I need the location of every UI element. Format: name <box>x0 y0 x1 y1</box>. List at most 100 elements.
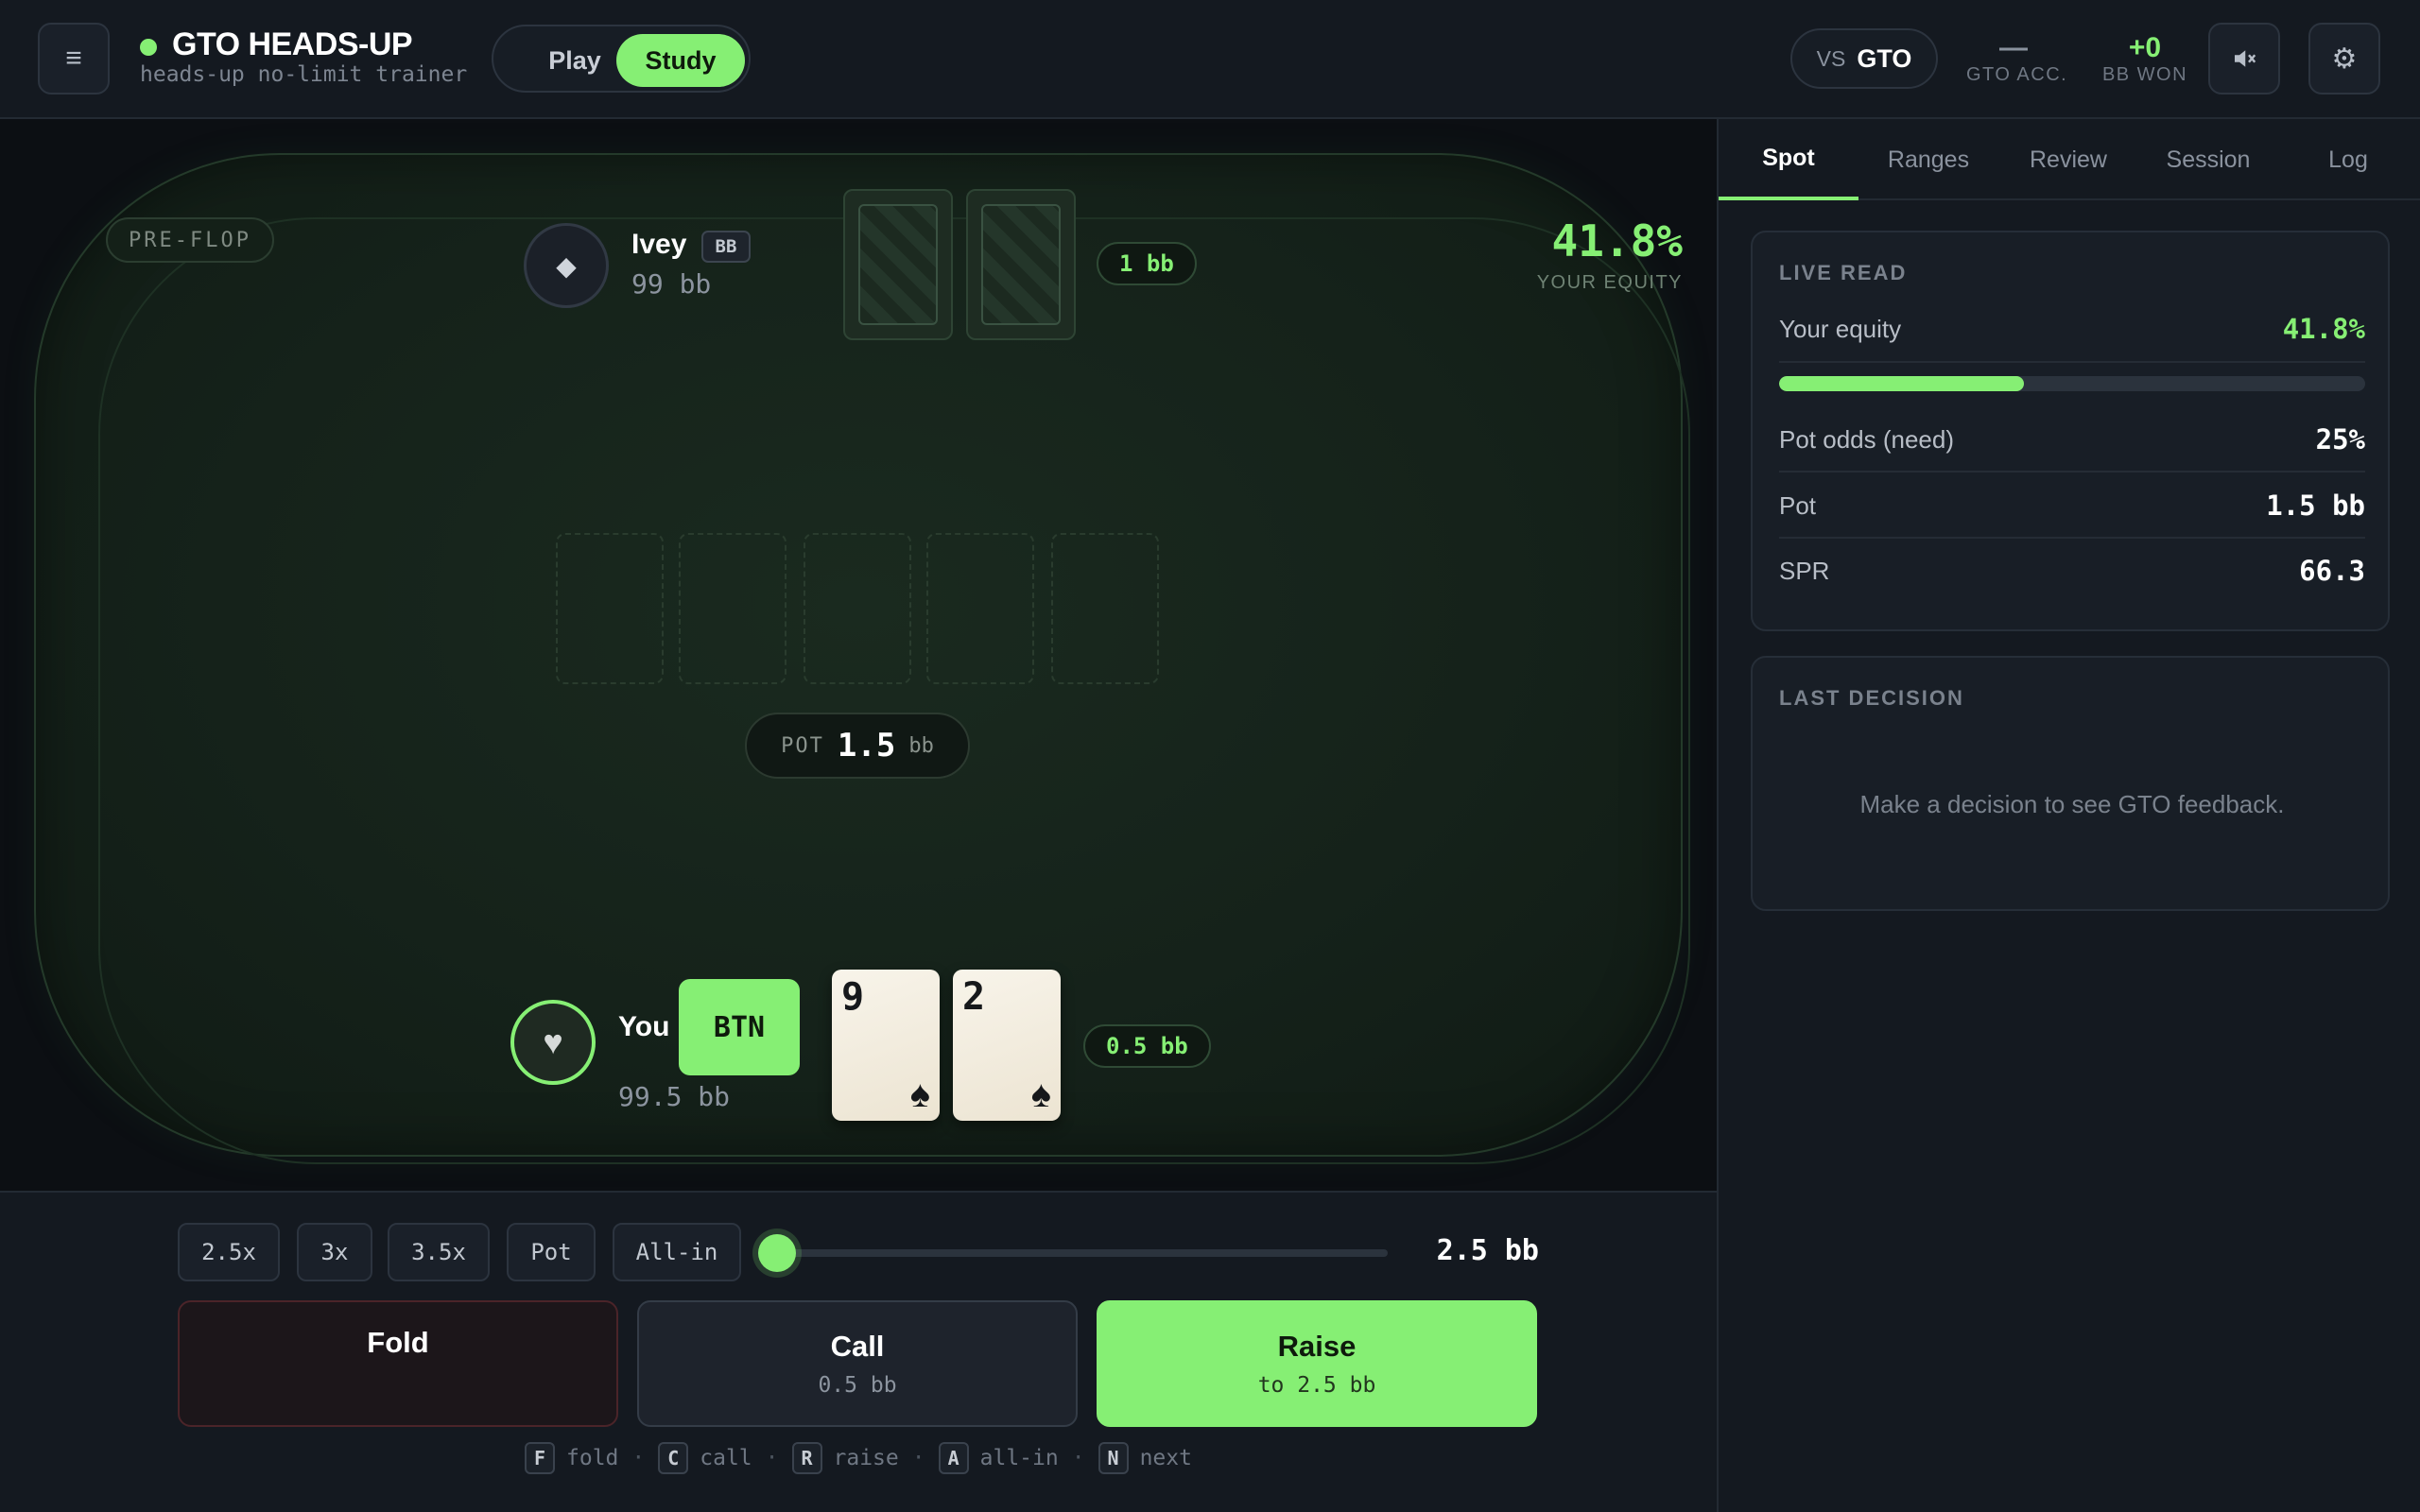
shortcut-label: all-in <box>979 1446 1059 1470</box>
spade-icon: ♠ <box>909 1074 930 1115</box>
raise-size-value: 2.5 bb <box>1436 1234 1539 1267</box>
shortcut-raise: R raise <box>791 1442 899 1474</box>
shortcut-label: call <box>700 1446 752 1470</box>
size-all-in-button[interactable]: All-in <box>613 1223 741 1281</box>
hero-stack: 99.5 bb <box>618 1081 731 1112</box>
size-pot-button[interactable]: Pot <box>507 1223 596 1281</box>
raise-size-slider[interactable] <box>775 1249 1388 1257</box>
equity-label: YOUR EQUITY <box>1536 272 1683 293</box>
key-cap: A <box>938 1442 969 1474</box>
call-button[interactable]: Call 0.5 bb <box>637 1300 1078 1427</box>
opponent-bet: 1 bb <box>1097 242 1197 285</box>
separator: · <box>765 1446 779 1470</box>
pot-unit: bb <box>908 733 934 758</box>
tab-ranges[interactable]: Ranges <box>1858 119 1998 200</box>
tab-log[interactable]: Log <box>2278 119 2418 200</box>
hamburger-icon: ≡ <box>65 43 82 74</box>
equity-bar <box>1779 376 2365 391</box>
pot-row-value: 1.5 bb <box>2266 490 2365 522</box>
key-cap: N <box>1098 1442 1129 1474</box>
shortcut-fold: F fold <box>525 1442 618 1474</box>
opponent-avatar: ◆ <box>524 223 609 308</box>
pot-odds-value: 25% <box>2315 423 2365 455</box>
bb-won-stat: +0 BB WON <box>2093 34 2197 86</box>
bb-won-label: BB WON <box>2101 64 2188 85</box>
fold-label: Fold <box>367 1326 429 1359</box>
opponent-position-badge: BB <box>701 231 751 263</box>
app-subtitle: heads-up no-limit trainer <box>140 62 468 87</box>
menu-button[interactable]: ≡ <box>38 23 110 94</box>
slider-handle[interactable] <box>758 1234 796 1272</box>
pot-display: POT 1.5 bb <box>745 713 970 779</box>
hero-position-badge: BTN <box>679 979 800 1075</box>
equity-row-value: 41.8% <box>2282 313 2365 345</box>
shortcut-call: C call <box>658 1442 752 1474</box>
keyboard-shortcuts: F fold · C call · R raise · A all-in · N… <box>0 1442 1717 1474</box>
heart-icon: ♥ <box>543 1022 563 1061</box>
board-card-slot <box>926 533 1034 684</box>
pot-value: 1.5 <box>837 727 896 765</box>
panel-tabs: Spot Ranges Review Session Log <box>1719 119 2420 200</box>
fold-button[interactable]: Fold <box>178 1300 618 1427</box>
study-mode-button[interactable]: Study <box>616 34 745 87</box>
street-badge: PRE-FLOP <box>106 217 274 263</box>
pot-row-label: Pot <box>1779 490 1817 520</box>
diamond-icon: ◆ <box>556 250 577 281</box>
size-3x-button[interactable]: 3x <box>297 1223 372 1281</box>
pot-odds-label: Pot odds (need) <box>1779 424 1955 454</box>
equity-value: 41.8% <box>1551 215 1683 266</box>
raise-button[interactable]: Raise to 2.5 bb <box>1097 1300 1537 1427</box>
size-3-5x-button[interactable]: 3.5x <box>388 1223 490 1281</box>
card-rank: 9 <box>841 975 865 1019</box>
mode-toggle: Play Study <box>492 25 751 93</box>
live-read-heading: LIVE READ <box>1779 261 1908 284</box>
shortcut-all-in: A all-in <box>938 1442 1059 1474</box>
gto-accuracy-label: GTO ACC. <box>1966 64 2068 85</box>
action-bar: 2.5x 3x 3.5x Pot All-in 2.5 bb Fold Call… <box>0 1191 1717 1512</box>
last-decision-message: Make a decision to see GTO feedback. <box>1859 790 2285 818</box>
key-cap: C <box>658 1442 689 1474</box>
board-card-slot <box>556 533 664 684</box>
live-read-card: LIVE READ Your equity 41.8% Pot odds (ne… <box>1751 231 2390 631</box>
opponent-card-back <box>843 189 953 340</box>
tab-spot[interactable]: Spot <box>1719 119 1858 200</box>
divider <box>1779 361 2365 363</box>
shortcut-label: raise <box>833 1446 899 1470</box>
gto-accuracy-stat: — GTO ACC. <box>1966 32 2068 86</box>
settings-button[interactable]: ⚙ <box>2308 23 2380 94</box>
opponent-selector[interactable]: VS GTO <box>1790 28 1938 89</box>
shortcut-label: next <box>1139 1446 1192 1470</box>
spade-icon: ♠ <box>1030 1074 1051 1115</box>
board-card-slot <box>679 533 786 684</box>
equity-row-label: Your equity <box>1779 314 1902 343</box>
raise-amount: to 2.5 bb <box>1257 1373 1376 1398</box>
app-title: GTO HEADS-UP <box>172 26 413 62</box>
tab-session[interactable]: Session <box>2138 119 2278 200</box>
spr-label: SPR <box>1779 556 1830 585</box>
separator: · <box>631 1446 646 1470</box>
poker-table-area: PRE-FLOP 41.8% YOUR EQUITY ◆ Ivey BB 99 … <box>0 119 1717 1191</box>
last-decision-heading: LAST DECISION <box>1779 686 1964 710</box>
opponent-name: Ivey <box>631 229 687 260</box>
opponent-stack: 99 bb <box>631 268 712 300</box>
key-cap: R <box>791 1442 822 1474</box>
raise-label: Raise <box>1277 1330 1357 1363</box>
call-label: Call <box>830 1330 885 1363</box>
size-2-5x-button[interactable]: 2.5x <box>178 1223 280 1281</box>
pot-row: Pot 1.5 bb <box>1779 474 2365 539</box>
gto-accuracy-value: — <box>1999 32 2028 63</box>
call-amount: 0.5 bb <box>818 1373 897 1398</box>
tab-review[interactable]: Review <box>1998 119 2138 200</box>
equity-row: Your equity 41.8% <box>1779 297 2365 361</box>
board-card-slot <box>1051 533 1159 684</box>
hero-card: 9 ♠ <box>832 970 940 1121</box>
sound-toggle-button[interactable] <box>2208 23 2280 94</box>
board-card-slot <box>804 533 911 684</box>
opponent-value: GTO <box>1857 43 1912 73</box>
opponent-card-back <box>966 189 1076 340</box>
hero-avatar: ♥ <box>510 1000 596 1085</box>
vs-label: VS <box>1816 45 1846 71</box>
hero-name: You <box>618 1011 670 1042</box>
equity-bar-fill <box>1779 376 2025 391</box>
pot-odds-row: Pot odds (need) 25% <box>1779 408 2365 472</box>
